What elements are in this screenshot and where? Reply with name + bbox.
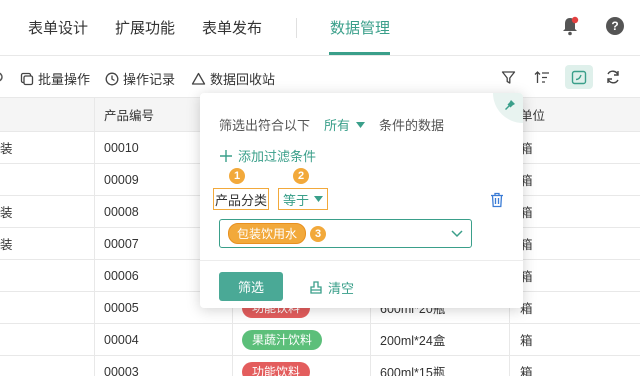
header-product-no[interactable]: 产品编号 <box>104 98 154 131</box>
row-spec: 600ml*15瓶 <box>380 366 446 376</box>
marker-1: 1 <box>229 168 245 184</box>
batch-icon <box>20 72 34 85</box>
category-tag: 功能饮料 <box>242 361 311 376</box>
row-unit: 箱 <box>520 334 533 348</box>
marker-3: 3 <box>310 226 326 242</box>
recycle-icon <box>191 72 206 85</box>
row-category-cell: 果蔬汁饮料 <box>242 324 323 355</box>
match-mode-value: 所有 <box>324 118 351 133</box>
filter-operator-select[interactable]: 等于 <box>278 188 328 210</box>
apply-filter-button[interactable]: 筛选 <box>219 272 283 301</box>
match-mode-select[interactable]: 所有 <box>324 115 366 134</box>
row-left-cell: 装 <box>0 206 13 220</box>
row-product-no: 00003 <box>104 364 139 376</box>
trash-icon[interactable] <box>490 192 504 208</box>
operation-log-label: 操作记录 <box>123 72 176 87</box>
tab-extensions[interactable]: 扩展功能 <box>115 17 175 38</box>
row-left-cell: 装 <box>0 142 13 156</box>
help-icon[interactable]: ? <box>606 17 624 35</box>
tab-data-management[interactable]: 数据管理 <box>330 17 390 38</box>
toolbar: 批量操作 操作记录 数据回收站 <box>0 57 640 98</box>
pin-icon[interactable] <box>504 99 516 111</box>
recycle-bin-button[interactable]: 数据回收站 <box>191 69 275 88</box>
chevron-down-icon <box>451 230 463 238</box>
clear-filter-label: 清空 <box>328 281 355 296</box>
batch-operation-button[interactable]: 批量操作 <box>20 69 90 88</box>
row-product-no: 00010 <box>104 140 139 155</box>
filter-popover: 筛选出符合以下 所有 条件的数据 添加过滤条件 1 2 产品分类 等于 包装饮用… <box>200 93 523 308</box>
add-filter-label: 添加过滤条件 <box>238 149 317 164</box>
filter-prefix-text: 筛选出符合以下 <box>219 118 311 133</box>
tab-form-publish[interactable]: 表单发布 <box>202 17 262 38</box>
gear-icon[interactable] <box>0 70 4 84</box>
table-row[interactable]: 00004 果蔬汁饮料 200ml*24盒 箱 <box>0 324 640 356</box>
header-unit[interactable]: 单位 <box>520 98 545 131</box>
popover-divider <box>200 260 523 261</box>
eraser-icon <box>310 281 322 294</box>
filter-icon[interactable] <box>499 68 517 86</box>
row-product-no: 00007 <box>104 236 139 251</box>
row-category-cell: 功能饮料 <box>242 356 311 376</box>
tab-form-design[interactable]: 表单设计 <box>28 17 88 38</box>
clear-filter-button[interactable]: 清空 <box>310 278 354 297</box>
filter-field-select[interactable]: 产品分类 <box>213 188 269 210</box>
row-spec: 200ml*24盒 <box>380 334 446 348</box>
top-nav: 表单设计 扩展功能 表单发布 数据管理 ? <box>0 0 640 56</box>
display-settings-icon[interactable] <box>565 65 593 89</box>
marker-2: 2 <box>293 168 309 184</box>
row-product-no: 00004 <box>104 332 139 347</box>
batch-operation-label: 批量操作 <box>38 72 91 87</box>
caret-down-icon <box>314 196 323 202</box>
filter-suffix-text: 条件的数据 <box>379 118 445 133</box>
plus-icon <box>220 149 232 162</box>
operation-log-button[interactable]: 操作记录 <box>105 69 175 88</box>
row-unit: 箱 <box>520 366 533 376</box>
sort-icon[interactable] <box>533 68 551 86</box>
bell-icon[interactable] <box>561 16 579 36</box>
recycle-bin-label: 数据回收站 <box>210 72 276 87</box>
category-tag: 果蔬汁饮料 <box>242 329 323 350</box>
filter-value-select[interactable]: 包装饮用水 3 <box>219 219 472 248</box>
row-product-no: 00008 <box>104 204 139 219</box>
nav-divider <box>296 18 297 38</box>
operator-value: 等于 <box>282 192 309 208</box>
clock-icon <box>105 72 119 85</box>
row-product-no: 00006 <box>104 268 139 283</box>
row-product-no: 00005 <box>104 300 139 315</box>
active-tab-indicator <box>329 52 390 55</box>
refresh-icon[interactable] <box>604 68 622 86</box>
row-left-cell: 装 <box>0 238 13 252</box>
add-filter-button[interactable]: 添加过滤条件 <box>220 146 316 165</box>
table-row[interactable]: 00003 功能饮料 600ml*15瓶 箱 <box>0 356 640 376</box>
caret-down-icon <box>356 121 366 128</box>
column-divider <box>94 98 95 376</box>
row-product-no: 00009 <box>104 172 139 187</box>
value-tag[interactable]: 包装饮用水 <box>228 223 307 244</box>
